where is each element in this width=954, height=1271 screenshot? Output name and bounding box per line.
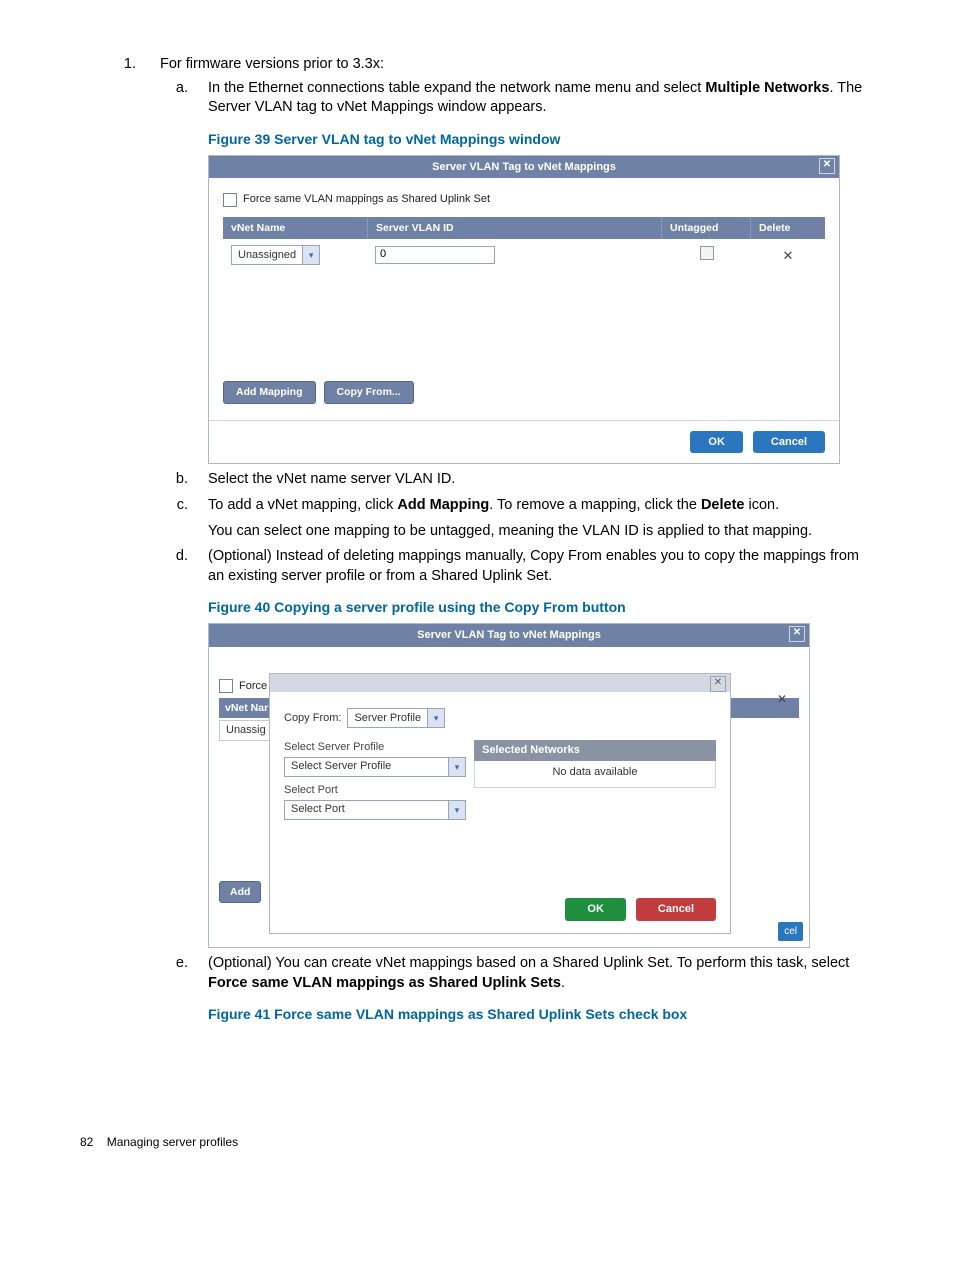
cancel-button[interactable]: Cancel xyxy=(753,431,825,454)
chevron-down-icon: ▾ xyxy=(427,709,444,727)
page-footer: 82 Managing server profiles xyxy=(80,1134,874,1150)
close-icon[interactable]: ✕ xyxy=(710,676,726,692)
copy-from-select[interactable]: Server Profile ▾ xyxy=(347,708,445,728)
cancel-button-fragment[interactable]: cel xyxy=(778,922,803,942)
port-select[interactable]: Select Port ▾ xyxy=(284,800,466,820)
step-1: For firmware versions prior to 3.3x: In … xyxy=(140,55,874,1024)
figure-41-caption: Figure 41 Force same VLAN mappings as Sh… xyxy=(208,1005,874,1024)
force-same-vlan-label: Force same VLAN mappings as Shared Uplin… xyxy=(243,192,490,207)
step-c: To add a vNet mapping, click Add Mapping… xyxy=(192,496,874,541)
server-profile-select[interactable]: Select Server Profile ▾ xyxy=(284,757,466,777)
step-a: In the Ethernet connections table expand… xyxy=(192,79,874,465)
delete-row-icon[interactable]: ✕ xyxy=(777,691,787,707)
cancel-button[interactable]: Cancel xyxy=(636,898,716,921)
ok-button[interactable]: OK xyxy=(690,431,743,454)
vnet-name-select[interactable]: Unassig xyxy=(219,720,273,741)
vnet-name-select[interactable]: Unassigned ▾ xyxy=(231,245,320,265)
page-number: 82 xyxy=(80,1135,93,1149)
server-vlan-id-input[interactable]: 0 xyxy=(375,246,495,264)
close-icon[interactable]: ✕ xyxy=(819,158,835,174)
step-d: (Optional) Instead of deleting mappings … xyxy=(192,547,874,948)
copy-from-label: Copy From: xyxy=(284,711,341,726)
copy-from-button[interactable]: Copy From... xyxy=(324,381,414,403)
copy-from-dialog: ✕ Copy From: Server Profile ▾ xyxy=(269,673,731,934)
dialog-titlebar: Server VLAN Tag to vNet Mappings ✕ xyxy=(209,624,809,647)
selected-networks-header: Selected Networks xyxy=(474,740,716,761)
selected-networks-empty: No data available xyxy=(474,761,716,788)
chevron-down-icon: ▾ xyxy=(302,246,319,264)
force-same-vlan-checkbox[interactable] xyxy=(223,193,237,207)
mappings-table-header: vNet Name Server VLAN ID Untagged Delete xyxy=(223,217,825,239)
step-e: (Optional) You can create vNet mappings … xyxy=(192,954,874,1024)
force-same-vlan-checkbox[interactable] xyxy=(219,679,233,693)
step-b: Select the vNet name server VLAN ID. xyxy=(192,470,874,490)
delete-row-icon[interactable]: ✕ xyxy=(751,245,825,267)
section-title: Managing server profiles xyxy=(107,1135,238,1149)
figure-39-caption: Figure 39 Server VLAN tag to vNet Mappin… xyxy=(208,130,874,149)
figure-40-caption: Figure 40 Copying a server profile using… xyxy=(208,598,874,617)
chevron-down-icon: ▾ xyxy=(448,758,465,776)
add-mapping-button[interactable]: Add Mapping xyxy=(223,381,316,403)
ok-button[interactable]: OK xyxy=(565,898,626,921)
chevron-down-icon: ▾ xyxy=(448,801,465,819)
close-icon[interactable]: ✕ xyxy=(789,626,805,642)
step-1-text: For firmware versions prior to 3.3x: xyxy=(160,56,384,72)
add-mapping-button[interactable]: Add xyxy=(219,881,261,903)
vnet-mappings-dialog: Server VLAN Tag to vNet Mappings ✕ Force… xyxy=(208,155,840,465)
vnet-mappings-dialog-outer: Server VLAN Tag to vNet Mappings ✕ Force… xyxy=(208,623,810,948)
dialog-titlebar: Server VLAN Tag to vNet Mappings ✕ xyxy=(209,156,839,179)
table-row: Unassigned ▾ 0 ✕ xyxy=(223,239,825,271)
untagged-checkbox[interactable] xyxy=(700,246,714,260)
